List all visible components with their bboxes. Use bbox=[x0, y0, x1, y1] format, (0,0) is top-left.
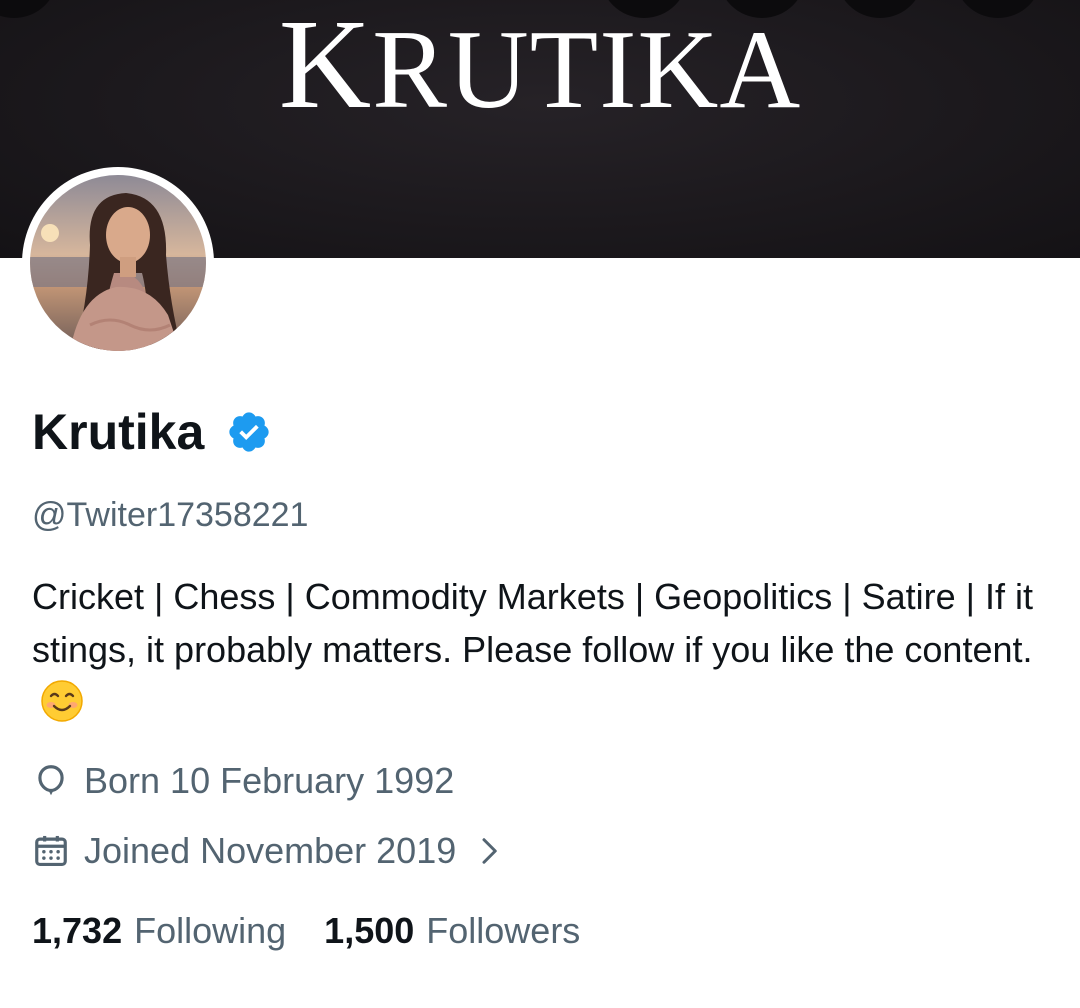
name-row: Krutika bbox=[32, 402, 272, 462]
profile-bio: Cricket | Chess | Commodity Markets | Ge… bbox=[32, 570, 1042, 729]
following-label: Following bbox=[134, 910, 287, 951]
followers-count: 1,500 bbox=[324, 910, 415, 951]
calendar-icon bbox=[35, 835, 67, 867]
display-name: Krutika bbox=[32, 404, 205, 460]
following-link[interactable]: 1,732 Following bbox=[32, 910, 286, 952]
smiling-face-icon bbox=[41, 680, 83, 722]
followers-label: Followers bbox=[426, 910, 581, 951]
chevron-right-icon[interactable] bbox=[474, 836, 504, 866]
balloon-icon bbox=[38, 765, 64, 796]
avatar[interactable] bbox=[30, 175, 206, 351]
followers-link[interactable]: 1,500 Followers bbox=[324, 910, 580, 952]
user-handle: @Twiter17358221 bbox=[32, 496, 309, 534]
birthday-row: Born 10 February 1992 bbox=[32, 760, 454, 802]
joined-row[interactable]: Joined November 2019 bbox=[32, 830, 504, 872]
birthday-text: Born 10 February 1992 bbox=[84, 760, 455, 801]
follow-stats: 1,732 Following 1,500 Followers bbox=[32, 910, 618, 952]
bio-text: Cricket | Chess | Commodity Markets | Ge… bbox=[32, 576, 1034, 670]
verified-badge-icon[interactable] bbox=[226, 409, 272, 455]
following-count: 1,732 bbox=[32, 910, 123, 951]
banner-title: KRUTIKA bbox=[278, 0, 802, 135]
joined-text: Joined November 2019 bbox=[84, 830, 457, 871]
